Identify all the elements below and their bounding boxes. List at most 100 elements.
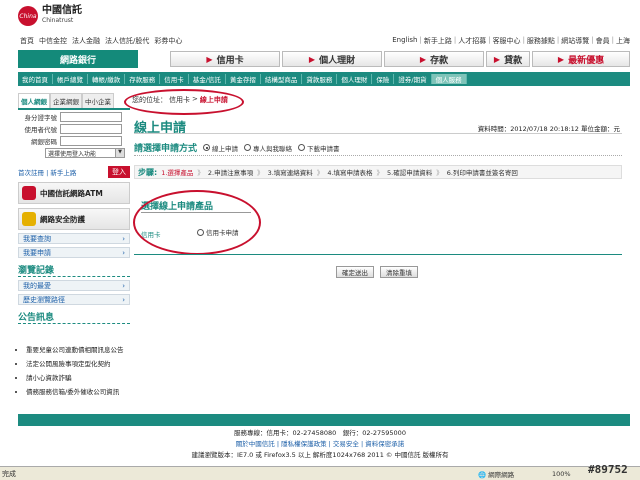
topnav-link[interactable]: 法人信託/股代 [105, 36, 149, 46]
toplink[interactable]: 客服中心 [493, 36, 521, 46]
chevron-right-icon: 》 [257, 169, 264, 177]
submenu-item[interactable]: 個人理財 [337, 74, 373, 84]
login-tabs: 個人網銀 企業網銀 中小企業 [18, 93, 130, 110]
chevron-right-icon: 》 [316, 169, 324, 177]
footer-links[interactable]: 關於中國信託 | 隱私權保護政策 | 交易安全 | 資料保密承諾 [0, 439, 640, 450]
product-bottom-divider [134, 254, 622, 255]
apply-label: 我要申請 [23, 248, 51, 257]
password-input[interactable] [60, 136, 122, 146]
submenu-item[interactable]: 證券/期貨 [394, 74, 432, 84]
confirm-button[interactable]: 確定送出 [336, 266, 374, 278]
query-link[interactable]: 我要查詢 › [18, 233, 130, 244]
favorites-link[interactable]: 我的最愛 › [18, 280, 130, 291]
notice-item[interactable]: 法定公開風險事項定型化契約 [26, 360, 130, 368]
submenu-item[interactable]: 結構型商品 [261, 74, 303, 84]
logo-name: 中國信託 [42, 5, 82, 16]
steps-bar: 步驟: 1.選擇產品》 2.申請注意事項》 3.填寫連絡資料》 4.填寫申請表格… [134, 165, 622, 179]
tab-personal-finance[interactable]: ▶ 個人理財 [282, 51, 382, 67]
chevron-down-icon: ▼ [115, 149, 124, 157]
chinatrust-logo[interactable]: China 中國信託 Chinatrust [18, 6, 82, 26]
toplink[interactable]: 會員 [596, 36, 610, 46]
notice-item[interactable]: 債務服務信箱/委外催收公司資訊 [26, 388, 130, 396]
method-online-radio[interactable]: 線上申請 [203, 143, 238, 153]
tab-deposit[interactable]: ▶ 存款 [384, 51, 484, 67]
title-divider [134, 133, 622, 134]
steps-label: 步驟: [138, 167, 158, 177]
notice-list: 重要兒童公司連動債相關訊息公告 法定公開風險事項定型化契約 請小心資款詐騙 債務… [18, 346, 130, 396]
step-item: 5.確認申請資料 [387, 169, 433, 177]
tab-online-banking[interactable]: 網路銀行 [18, 50, 138, 68]
select-value: 選擇使用登入功能 [48, 150, 97, 158]
tab-sme-banking[interactable]: 中小企業 [82, 93, 114, 108]
chevron-right-icon: 》 [436, 169, 443, 177]
footer: 服務專線：信用卡：02-27458080 銀行：02-27595000 關於中國… [0, 428, 640, 461]
apply-link[interactable]: 我要申請 › [18, 247, 130, 258]
tab-personal-banking[interactable]: 個人網銀 [18, 93, 50, 108]
data-time: 資料時間：2012/07/18 20:18:12 單位金額：元 [477, 125, 620, 133]
lock-icon [22, 212, 36, 226]
watermark: #89752 [588, 463, 628, 476]
annotation-oval [124, 89, 244, 115]
notice-item[interactable]: 重要兒童公司連動債相關訊息公告 [26, 346, 130, 354]
submenu-item[interactable]: 信用卡 [160, 74, 189, 84]
submenu-item[interactable]: 基金/信託 [189, 74, 226, 84]
security-banner[interactable]: 網路安全防護 [18, 208, 130, 230]
toplink[interactable]: 上海 [616, 36, 630, 46]
toplink[interactable]: 人才招募 [458, 36, 486, 46]
topnav-link[interactable]: 彩券中心 [154, 36, 182, 46]
toplink[interactable]: 新手上路 [424, 36, 452, 46]
tab-label: 個人理財 [319, 55, 356, 66]
submenu-item[interactable]: 存款服務 [125, 74, 161, 84]
toplink[interactable]: English [392, 36, 417, 46]
topnav-link[interactable]: 中信金控 [39, 36, 67, 46]
chevron-right-icon: › [122, 248, 125, 257]
tab-label: 信用卡 [216, 55, 244, 66]
tab-latest-offers[interactable]: ▶ 最新優惠 [532, 51, 630, 67]
password-label: 網銀密碼 [31, 138, 57, 146]
arrow-icon: ▶ [308, 54, 316, 64]
status-text: 完成 [2, 469, 16, 478]
submenu-item[interactable]: 轉帳/繳款 [88, 74, 126, 84]
footer-bar [18, 414, 630, 426]
method-contact-radio[interactable]: 專人與我聯絡 [244, 143, 292, 153]
submenu-item-active[interactable]: 個人服務 [431, 74, 467, 84]
chevron-right-icon: 》 [197, 169, 204, 177]
atm-banner[interactable]: 中國信託網路ATM [18, 182, 130, 204]
radio-label: 線上申請 [212, 144, 239, 153]
first-use-link[interactable]: 首次註冊 | 新手上路 [18, 167, 76, 177]
toplink[interactable]: 網站導覽 [561, 36, 589, 46]
topnav-link[interactable]: 首頁 [20, 36, 34, 46]
history-link[interactable]: 歷史瀏覽路徑 › [18, 294, 130, 305]
zone-label: 網際網路 [488, 470, 515, 479]
submenu-item[interactable]: 我的首頁 [18, 74, 53, 84]
radio-dot [203, 144, 211, 151]
submenu-item[interactable]: 帳戶總覽 [53, 74, 88, 84]
submenu-item[interactable]: 保險 [372, 74, 395, 84]
apply-method-label: 請選擇申請方式 [134, 144, 198, 154]
tab-credit-card[interactable]: ▶ 信用卡 [170, 51, 280, 67]
user-code-label: 使用者代號 [24, 126, 58, 134]
id-input[interactable] [60, 112, 122, 122]
chevron-right-icon: › [122, 281, 125, 290]
top-nav: 首頁 中信金控 法人金融 法人信託/股代 彩券中心 [20, 36, 182, 46]
tab-corporate-banking[interactable]: 企業網銀 [50, 93, 82, 108]
step-item-current: 1.選擇產品 [161, 169, 194, 177]
user-code-input[interactable] [60, 124, 122, 134]
method-download-radio[interactable]: 下載申請書 [298, 143, 340, 153]
arrow-icon: ▶ [557, 54, 565, 64]
radio-label: 專人與我聯絡 [253, 144, 293, 153]
clear-button[interactable]: 清除重填 [380, 266, 418, 278]
step-item: 2.申請注意事項 [207, 169, 254, 177]
login-button[interactable]: 登入 [108, 166, 130, 178]
toplink[interactable]: 服務據點 [527, 36, 555, 46]
submenu-item[interactable]: 黃金存摺 [226, 74, 261, 84]
notice-item[interactable]: 請小心資款詐騙 [26, 374, 130, 382]
login-function-select[interactable]: 選擇使用登入功能 ▼ [45, 148, 125, 158]
submenu-item[interactable]: 貸款服務 [302, 74, 338, 84]
step-item: 6.列印申請書並簽名寄回 [446, 169, 518, 177]
arrow-icon: ▶ [493, 54, 501, 64]
zoom-level[interactable]: 100% [552, 470, 571, 478]
radio-label: 下載申請書 [307, 144, 340, 153]
tab-loan[interactable]: ▶ 貸款 [486, 51, 530, 67]
topnav-link[interactable]: 法人金融 [72, 36, 100, 46]
